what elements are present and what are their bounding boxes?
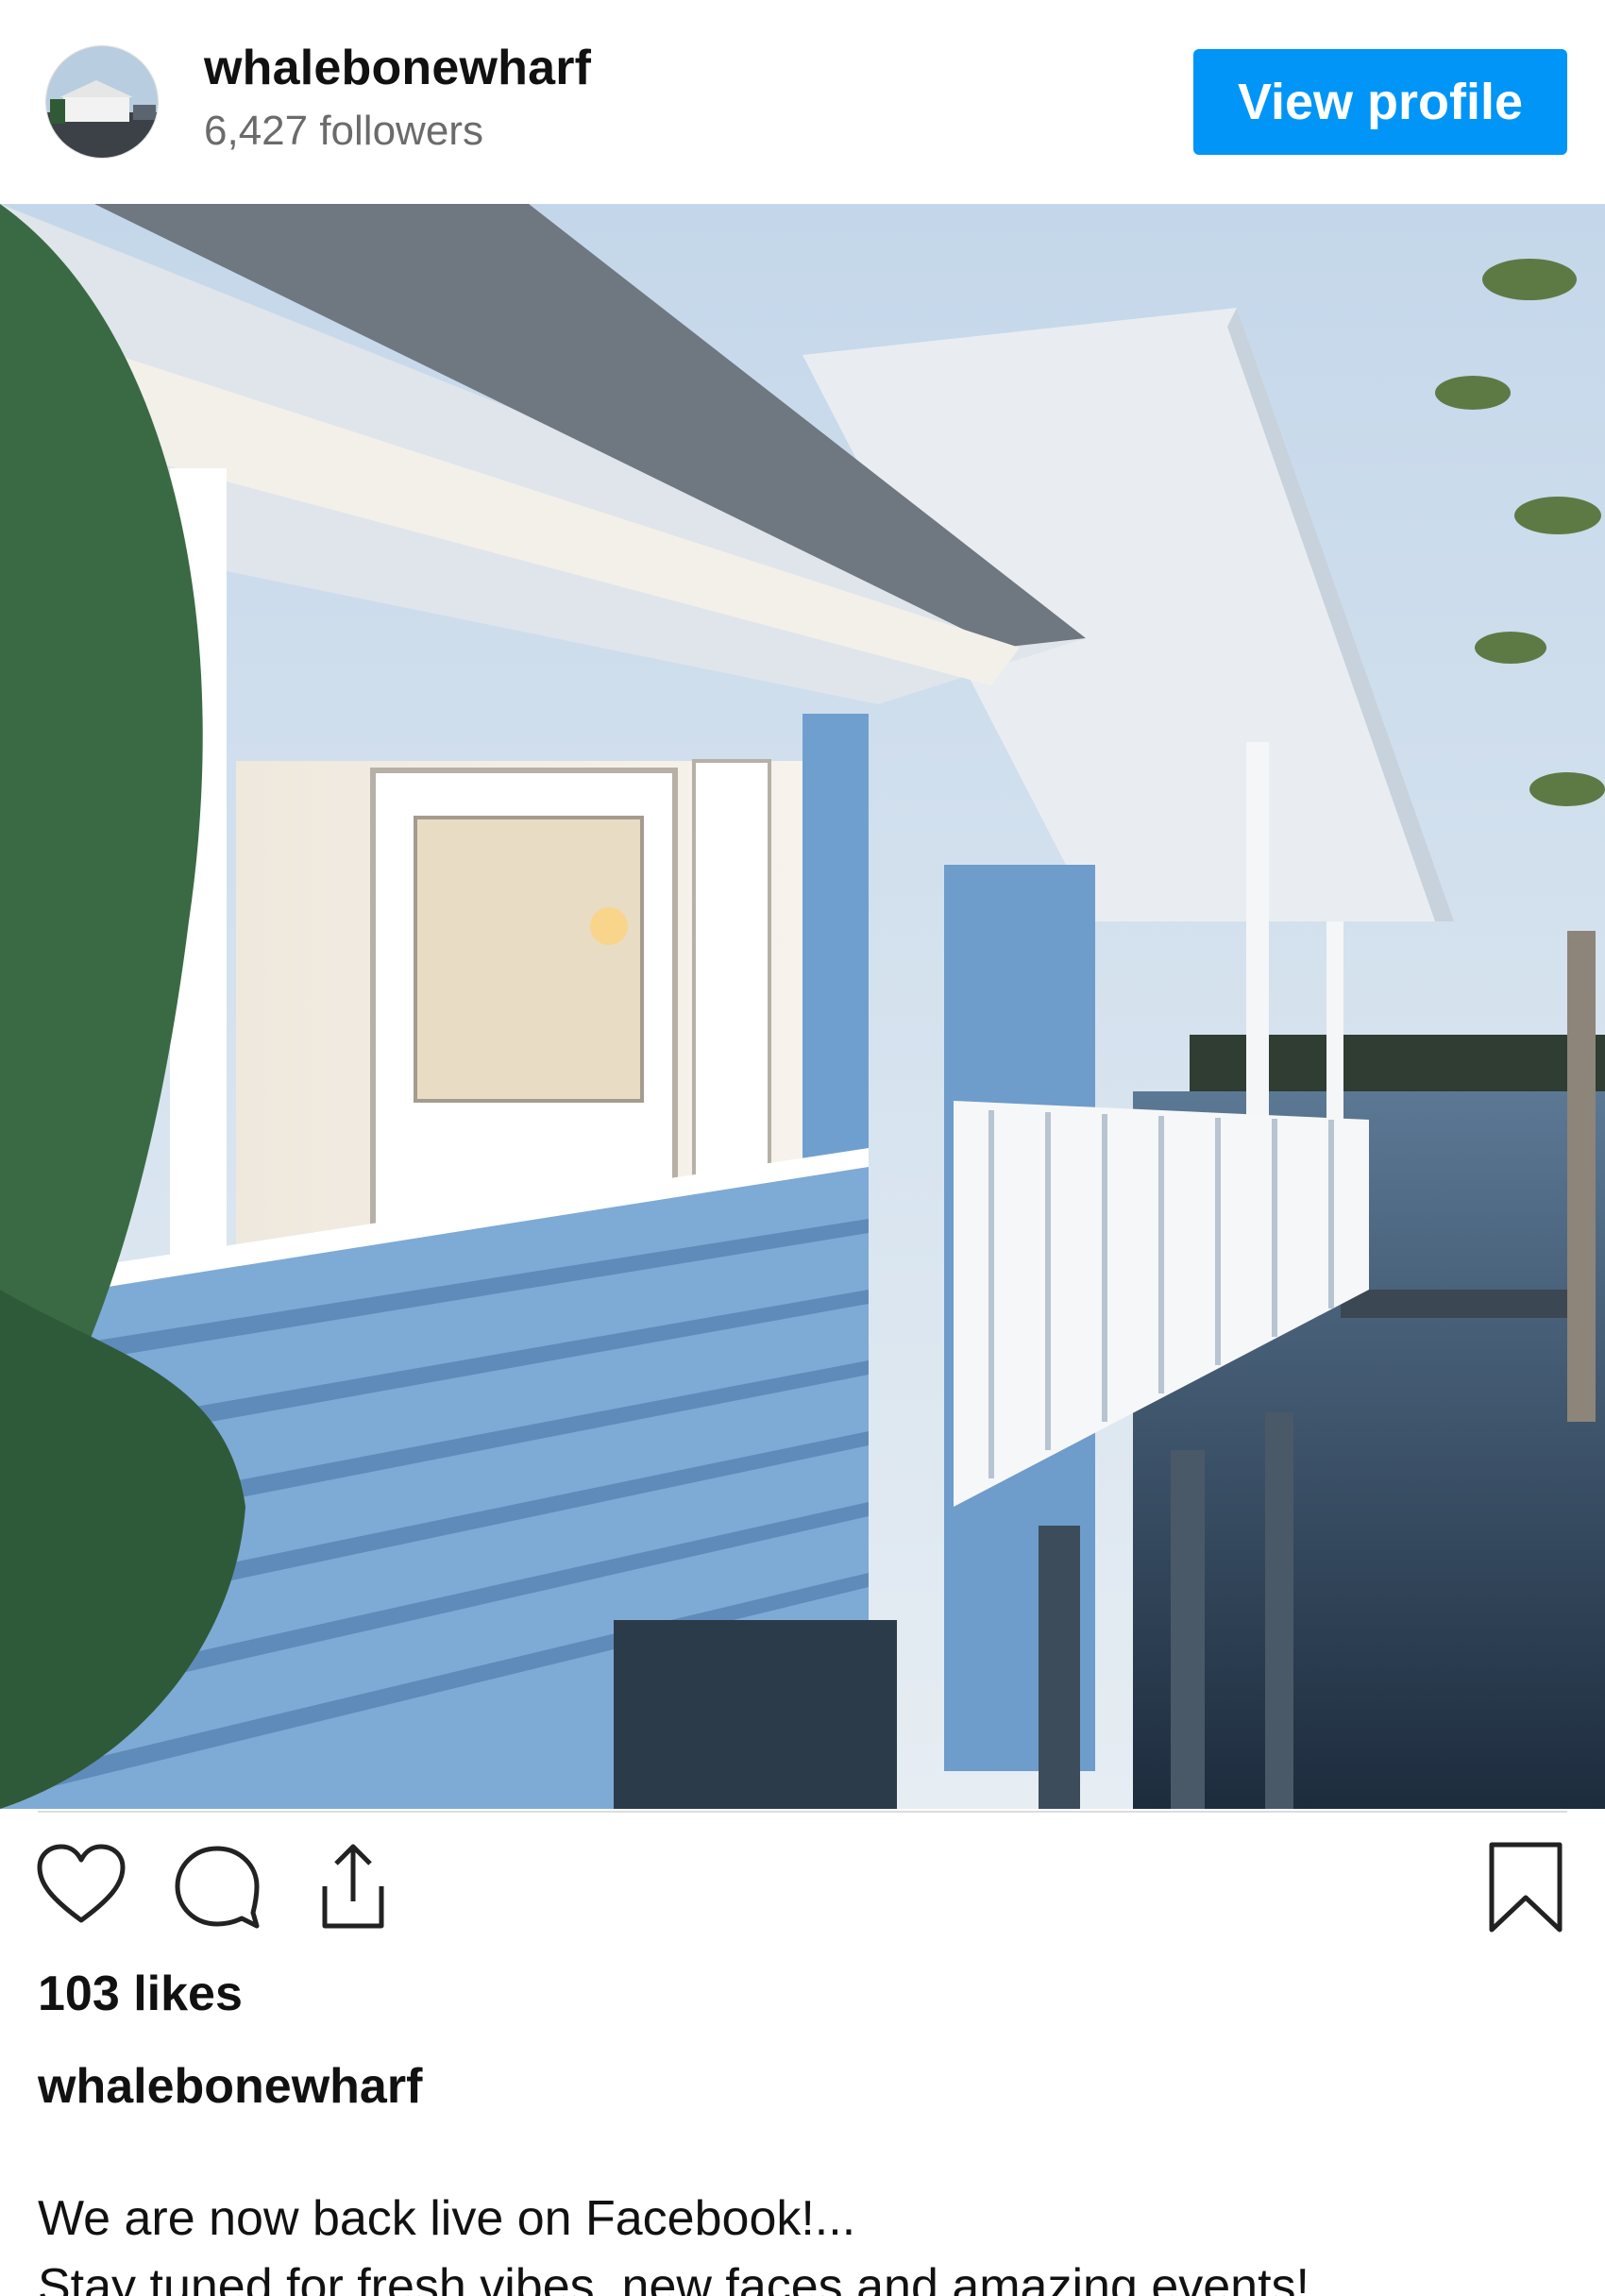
post-header: whalebonewharf 6,427 followers View prof… [0, 0, 1605, 204]
share-icon[interactable] [306, 1839, 400, 1933]
caption-line: Stay tuned for fresh vibes, new faces an… [38, 2259, 1309, 2296]
comment-icon[interactable] [170, 1839, 264, 1933]
caption-username[interactable]: whalebonewharf [38, 2058, 422, 2115]
caption-line: We are now back live on Facebook!... [38, 2191, 856, 2246]
follower-count: 6,427 followers [204, 108, 483, 154]
avatar[interactable] [45, 45, 159, 159]
view-profile-button[interactable]: View profile [1193, 49, 1567, 155]
like-count[interactable]: 103 likes [38, 1966, 243, 2022]
instagram-embed: whalebonewharf 6,427 followers View prof… [0, 0, 1605, 2296]
post-image[interactable] [0, 204, 1605, 1809]
username[interactable]: whalebonewharf [204, 40, 591, 96]
wharf-photo [0, 204, 1605, 1809]
heart-icon[interactable] [34, 1839, 128, 1933]
bookmark-icon[interactable] [1478, 1839, 1573, 1933]
avatar-image [46, 46, 158, 158]
divider [38, 1811, 1567, 1813]
